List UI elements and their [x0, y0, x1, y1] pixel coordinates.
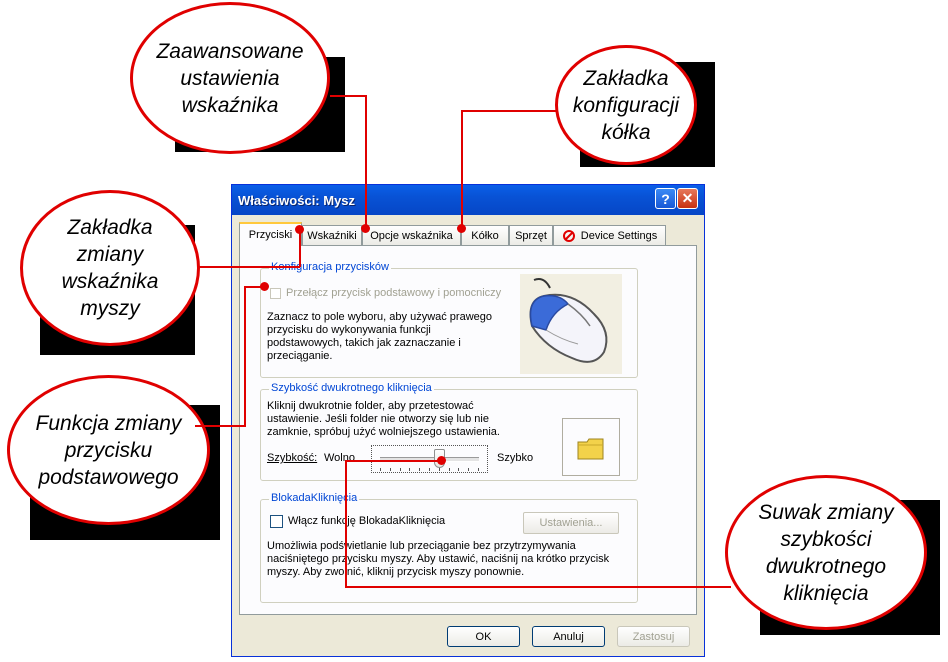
- connector-line: [461, 110, 463, 228]
- tab-hardware[interactable]: Sprzęt: [509, 225, 553, 245]
- tab-pointer-options[interactable]: Opcje wskaźnika: [362, 225, 461, 245]
- tab-pointers[interactable]: Wskaźniki: [302, 225, 362, 245]
- button-configuration-group: Konfiguracja przycisków Przełącz przycis…: [260, 261, 638, 378]
- slider-tick: [409, 468, 410, 471]
- tab-wheel[interactable]: Kółko: [461, 225, 509, 245]
- cancel-button[interactable]: Anuluj: [532, 626, 605, 647]
- speed-label: Szybkość:: [267, 452, 318, 464]
- folder-icon: [577, 438, 604, 460]
- callout-button-switch: Funkcja zmiany przycisku podstawowego: [7, 375, 210, 525]
- slider-tick: [419, 468, 420, 471]
- connector-line: [345, 460, 347, 588]
- slider-tick: [380, 468, 381, 471]
- connector-line: [244, 286, 246, 427]
- slider-tick: [390, 468, 391, 471]
- connector-line: [346, 586, 731, 588]
- clicklock-settings-button[interactable]: Ustawienia...: [523, 512, 619, 534]
- synaptics-icon: [562, 229, 575, 242]
- close-button[interactable]: ✕: [677, 188, 698, 209]
- group-title: Szybkość dwukrotnego kliknięcia: [269, 382, 434, 394]
- slider-tick: [458, 468, 459, 471]
- connector-dot: [295, 225, 304, 234]
- tab-device-settings[interactable]: Device Settings: [553, 225, 666, 245]
- test-folder-area[interactable]: [562, 418, 620, 476]
- connector-line: [197, 266, 300, 268]
- connector-dot: [457, 224, 466, 233]
- callout-pointer-options: Zaawansowane ustawienia wskaźnika: [130, 2, 330, 154]
- help-button[interactable]: ?: [655, 188, 676, 209]
- mouse-image: [520, 274, 622, 374]
- tab-label: Kółko: [471, 229, 499, 242]
- clicklock-checkbox[interactable]: [270, 515, 283, 528]
- tab-label: Opcje wskaźnika: [370, 229, 453, 242]
- slider-ticks: [380, 468, 479, 471]
- slider-tick: [449, 468, 450, 471]
- connector-line: [462, 110, 557, 112]
- title-bar[interactable]: Właściwości: Mysz ? ✕: [232, 185, 704, 215]
- slow-label: Wolno: [324, 452, 355, 464]
- ok-button[interactable]: OK: [447, 626, 520, 647]
- connector-dot: [260, 282, 269, 291]
- clicklock-description: Umożliwia podświetlanie lub przeciąganie…: [267, 540, 610, 578]
- slider-tick: [400, 468, 401, 471]
- fast-label: Szybko: [497, 452, 534, 464]
- slider-tick: [468, 468, 469, 471]
- slider-tick: [429, 468, 430, 471]
- callout-slider: Suwak zmiany szybkości dwukrotnego klikn…: [725, 475, 927, 630]
- switch-buttons-checkbox[interactable]: [270, 288, 281, 299]
- tab-panel: Konfiguracja przycisków Przełącz przycis…: [239, 245, 697, 615]
- double-click-speed-slider[interactable]: [371, 445, 488, 473]
- switch-buttons-label: Przełącz przycisk podstawowy i pomocnicz…: [286, 287, 502, 299]
- connector-dot: [437, 456, 446, 465]
- callout-wheel: Zakładka konfiguracji kółka: [555, 45, 697, 165]
- tab-label: Device Settings: [580, 229, 658, 242]
- connector-line: [195, 425, 245, 427]
- connector-line: [330, 95, 366, 97]
- apply-button[interactable]: Zastosuj: [617, 626, 690, 647]
- tab-buttons[interactable]: Przyciski: [239, 222, 302, 246]
- connector-line: [345, 460, 441, 462]
- slider-tick: [439, 468, 440, 471]
- window-title: Właściwości: Mysz: [238, 192, 356, 208]
- callout-pointers: Zakładka zmiany wskaźnika myszy: [20, 190, 200, 346]
- connector-line: [299, 230, 301, 267]
- double-click-speed-group: Szybkość dwukrotnego kliknięcia Kliknij …: [260, 382, 638, 481]
- clicklock-label: Włącz funkcję BlokadaKliknięcia: [288, 515, 446, 527]
- switch-buttons-description: Zaznacz to pole wyboru, aby używać prawe…: [267, 311, 493, 362]
- tab-label: Sprzęt: [515, 229, 547, 242]
- connector-dot: [361, 224, 370, 233]
- double-click-description: Kliknij dwukrotnie folder, aby przetesto…: [267, 400, 500, 438]
- mouse-icon: [529, 278, 608, 363]
- connector-line: [365, 95, 367, 228]
- slider-tick: [478, 468, 479, 471]
- tab-label: Wskaźniki: [307, 229, 357, 242]
- tab-label: Przyciski: [248, 229, 293, 241]
